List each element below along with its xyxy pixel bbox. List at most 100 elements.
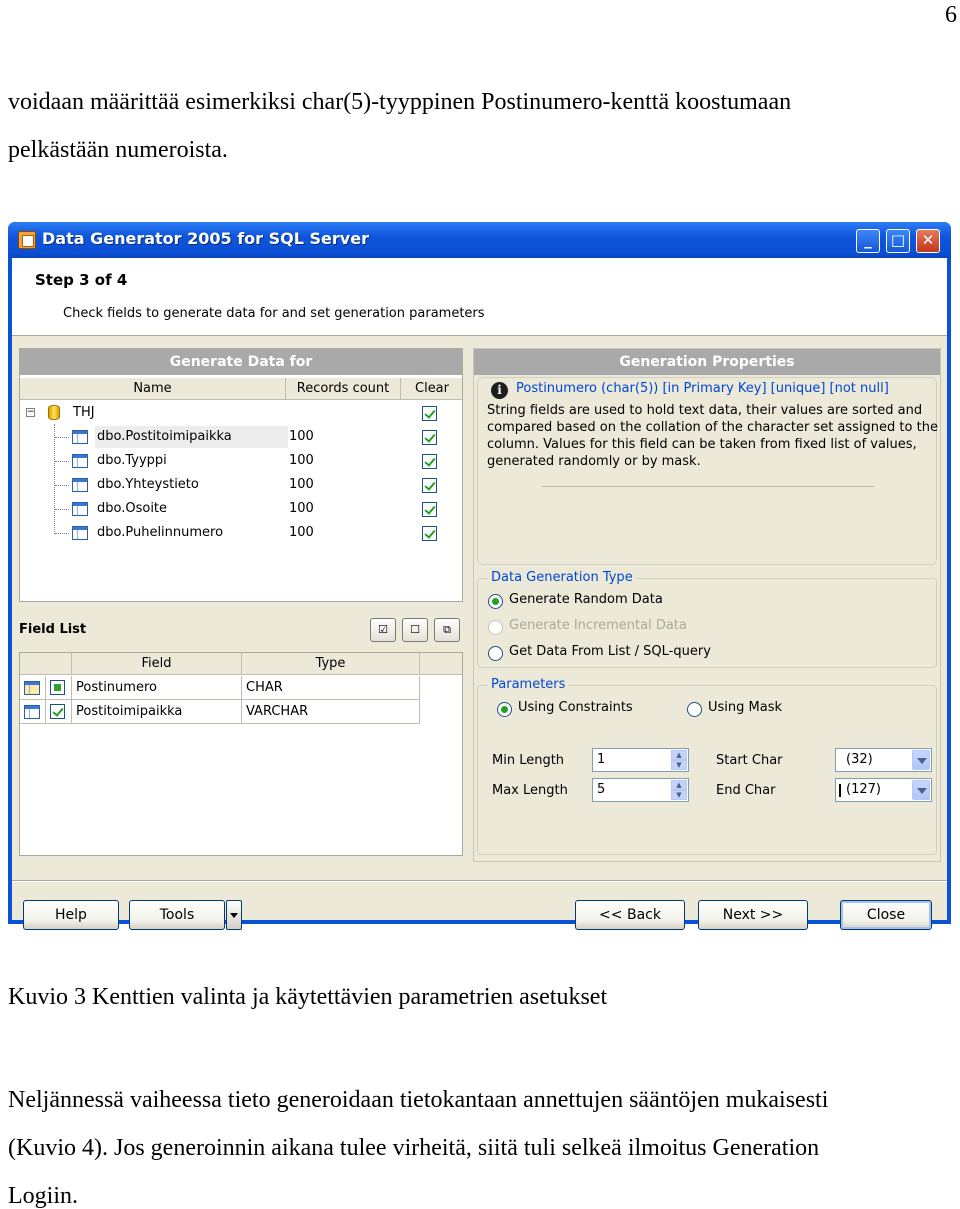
spin-up-icon[interactable]: ▲ [671,780,687,790]
min-length-value[interactable]: 1 [597,752,605,767]
tree-root-row[interactable]: − THJ [20,402,462,424]
close-window-button[interactable]: ✕ [916,229,940,253]
records-count[interactable]: 100 [289,522,314,544]
step-description: Check fields to generate data for and se… [63,306,485,321]
close-button[interactable]: Close [840,900,932,930]
field-list-toolbar: ☑ ☐ ⧉ [370,618,462,642]
field-description: String fields are used to hold text data… [487,402,938,470]
group-legend: Data Generation Type [488,570,636,585]
start-char-combo[interactable]: (32) [835,748,932,772]
start-char-value: (32) [846,752,873,767]
partial-check-mark [54,684,61,691]
data-generation-type-group: Data Generation Type Generate Random Dat… [477,570,937,668]
column-header-clear[interactable]: Clear [401,378,463,400]
clear-checkbox[interactable] [422,454,437,469]
field-row[interactable]: Postinumero CHAR [20,676,420,700]
tools-dropdown-icon[interactable] [226,900,242,930]
random-data-label[interactable]: Generate Random Data [509,592,663,607]
check-all-icon[interactable]: ☑ [370,618,396,642]
using-mask-radio[interactable] [687,702,702,717]
field-name: Postinumero [72,676,242,700]
field-icon [24,705,40,719]
tree-table-row[interactable]: dbo.Puhelinnumero 100 [20,522,462,544]
table-icon [72,454,88,468]
using-mask-label[interactable]: Using Mask [708,700,782,715]
help-button[interactable]: Help [23,900,119,930]
using-constraints-radio[interactable] [497,702,512,717]
collapse-icon[interactable]: − [26,408,35,417]
records-count[interactable]: 100 [289,474,314,496]
table-icon [72,502,88,516]
clear-checkbox[interactable] [422,478,437,493]
invert-selection-icon[interactable]: ⧉ [434,618,460,642]
min-length-spinner[interactable]: 1 ▲ ▼ [592,748,689,772]
clear-checkbox[interactable] [422,526,437,541]
table-icon [72,478,88,492]
clear-checkbox[interactable] [422,502,437,517]
uncheck-all-icon[interactable]: ☐ [402,618,428,642]
description-line: generated randomly or by mask. [487,454,701,469]
chevron-down-icon[interactable] [912,750,930,770]
maximize-button[interactable]: □ [886,229,910,253]
field-list-panel: Field Type Postinumero CHAR Postitoimipa… [19,652,463,856]
records-count[interactable]: 100 [289,450,314,472]
data-generator-window: Data Generator 2005 for SQL Server _ □ ✕… [8,222,951,930]
row-icon-cell [20,700,46,724]
list-data-radio[interactable] [488,646,503,661]
spin-down-icon[interactable]: ▼ [671,790,687,800]
field-type: CHAR [242,676,420,700]
field-checkbox[interactable] [50,680,65,695]
tree-table-row[interactable]: dbo.Postitoimipaikka 100 [20,426,462,448]
spin-up-icon[interactable]: ▲ [671,750,687,760]
tree-line [55,461,69,462]
chevron-down-icon[interactable] [912,780,930,800]
max-length-spinner[interactable]: 5 ▲ ▼ [592,778,689,802]
back-button[interactable]: << Back [575,900,685,930]
tree-table-row[interactable]: dbo.Tyyppi 100 [20,450,462,472]
records-count[interactable]: 100 [289,498,314,520]
title-bar[interactable]: Data Generator 2005 for SQL Server _ □ ✕ [8,222,951,258]
tree-table-row[interactable]: dbo.Yhteystieto 100 [20,474,462,496]
column-header-field[interactable]: Field [72,653,242,675]
generate-data-panel: Generate Data for Name Records count Cle… [19,348,463,602]
parameters-group: Parameters Using Constraints Using Mask … [477,677,937,855]
end-char-combo[interactable]: (127) [835,778,932,802]
list-data-label[interactable]: Get Data From List / SQL-query [509,644,711,659]
column-header-type[interactable]: Type [242,653,420,675]
page-number: 6 [945,2,957,28]
tree-line [55,437,69,438]
spin-down-icon[interactable]: ▼ [671,760,687,770]
using-constraints-label[interactable]: Using Constraints [518,700,633,715]
column-header-records[interactable]: Records count [286,378,401,400]
min-length-label: Min Length [492,753,565,768]
table-name: dbo.Postitoimipaikka [97,429,232,444]
incremental-data-radio [488,620,503,635]
field-row[interactable]: Postitoimipaikka VARCHAR [20,700,420,724]
next-button[interactable]: Next >> [698,900,808,930]
step-title: Step 3 of 4 [35,271,128,289]
field-grid-header: Field Type [20,653,462,675]
tree-table-row[interactable]: dbo.Osoite 100 [20,498,462,520]
table-name: dbo.Tyyppi [97,453,167,468]
table-name: dbo.Puhelinnumero [97,525,224,540]
clear-checkbox[interactable] [422,406,437,421]
records-count[interactable]: 100 [289,426,314,448]
random-data-radio[interactable] [488,594,503,609]
tools-button[interactable]: Tools [129,900,225,930]
clear-checkbox[interactable] [422,430,437,445]
minimize-button[interactable]: _ [856,229,880,253]
tables-grid-header: Name Records count Clear [20,378,462,400]
wizard-client-area: Step 3 of 4 Check fields to generate dat… [12,258,947,930]
group-legend: Parameters [488,677,569,692]
outro-paragraph: Neljännessä vaiheessa tieto generoidaan … [8,1076,828,1209]
intro-line: pelkästään numeroista. [8,137,228,163]
field-checkbox[interactable] [50,704,65,719]
column-header-name[interactable]: Name [20,378,286,400]
outro-line: (Kuvio 4). Jos generoinnin aikana tulee … [8,1135,820,1161]
description-line: String fields are used to hold text data… [487,403,923,418]
max-length-value[interactable]: 5 [597,782,605,797]
generation-properties-panel: Generation Properties i Postinumero (cha… [473,348,941,862]
panel-title: Generate Data for [20,349,462,375]
table-name: dbo.Osoite [97,501,168,516]
panel-title: Generation Properties [474,349,940,375]
